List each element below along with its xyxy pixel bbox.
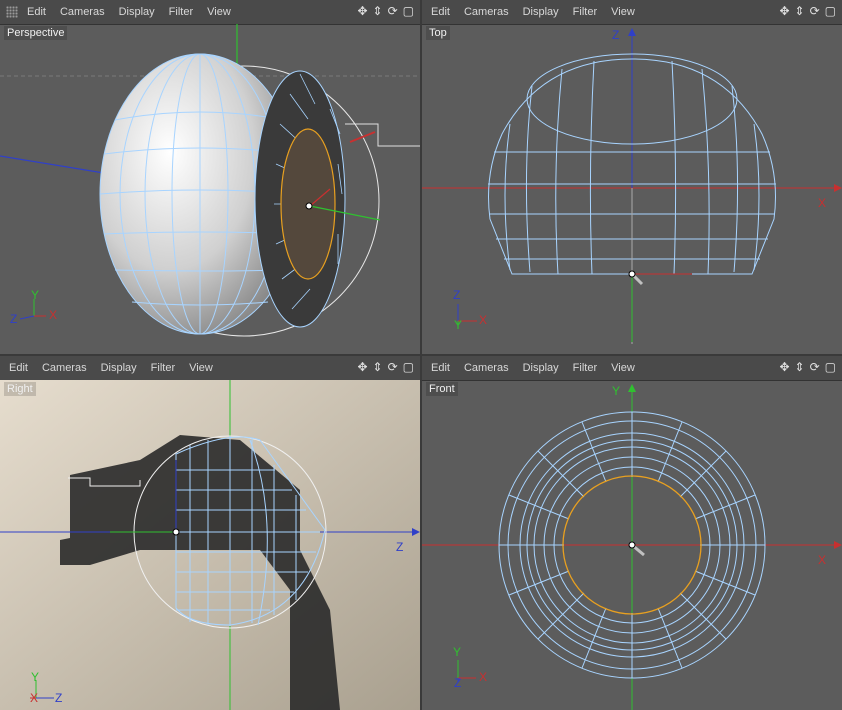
axis-label-z: Z bbox=[453, 288, 461, 302]
axis-label-y: Y bbox=[612, 384, 621, 398]
axis-label-x: X bbox=[30, 691, 39, 705]
four-viewport-editor: Edit Cameras Display Filter View ✥ ⇕ ⟳ ▢ bbox=[0, 0, 842, 710]
axis-label-z: Z bbox=[10, 312, 18, 326]
viewport-label: Perspective bbox=[4, 26, 68, 40]
menu-edit[interactable]: Edit bbox=[431, 6, 450, 18]
viewport-menubar: Edit Cameras Display Filter View ✥ ⇕ ⟳ ▢ bbox=[422, 0, 842, 25]
rotate-icon[interactable]: ⟳ bbox=[388, 4, 398, 18]
axis-label-y: Y bbox=[454, 318, 463, 332]
right-scene[interactable]: Z Y Z X bbox=[0, 380, 420, 710]
axis-label-z: Z bbox=[396, 540, 404, 554]
maximize-icon[interactable]: ▢ bbox=[403, 4, 414, 18]
menu-filter[interactable]: Filter bbox=[151, 362, 175, 374]
zoom-icon[interactable]: ⇕ bbox=[373, 360, 383, 374]
move-icon[interactable]: ✥ bbox=[779, 4, 789, 18]
menu-cameras[interactable]: Cameras bbox=[60, 6, 105, 18]
menu-display[interactable]: Display bbox=[119, 6, 155, 18]
perspective-scene[interactable]: Y X Z bbox=[0, 24, 420, 354]
axis-gizmo bbox=[19, 299, 46, 320]
viewport-right[interactable]: Edit Cameras Display Filter View ✥ ⇕ ⟳ ▢ bbox=[0, 356, 420, 710]
menu-filter[interactable]: Filter bbox=[573, 362, 597, 374]
menu-view[interactable]: View bbox=[611, 6, 635, 18]
menu-cameras[interactable]: Cameras bbox=[464, 6, 509, 18]
menu-view[interactable]: View bbox=[611, 362, 635, 374]
axis-label-y: Y bbox=[31, 670, 40, 684]
menu-cameras[interactable]: Cameras bbox=[42, 362, 87, 374]
viewport-front[interactable]: Edit Cameras Display Filter View ✥ ⇕ ⟳ ▢ bbox=[422, 356, 842, 710]
front-scene[interactable]: Y X Y X Z bbox=[422, 380, 842, 710]
grip-icon[interactable] bbox=[6, 6, 18, 18]
viewport-menubar: Edit Cameras Display Filter View ✥ ⇕ ⟳ ▢ bbox=[0, 356, 420, 381]
maximize-icon[interactable]: ▢ bbox=[825, 360, 836, 374]
axis-label-x: X bbox=[479, 313, 488, 327]
move-icon[interactable]: ✥ bbox=[357, 4, 367, 18]
menu-edit[interactable]: Edit bbox=[431, 362, 450, 374]
axis-label-x: X bbox=[818, 196, 827, 210]
hemisphere-mesh[interactable] bbox=[99, 53, 346, 335]
axis-label-y: Y bbox=[453, 645, 462, 659]
maximize-icon[interactable]: ▢ bbox=[403, 360, 414, 374]
axis-label-y: Y bbox=[31, 288, 40, 302]
maximize-icon[interactable]: ▢ bbox=[825, 4, 836, 18]
move-icon[interactable]: ✥ bbox=[779, 360, 789, 374]
menu-filter[interactable]: Filter bbox=[573, 6, 597, 18]
viewport-top[interactable]: Edit Cameras Display Filter View ✥ ⇕ ⟳ ▢ bbox=[422, 0, 842, 354]
viewport-label: Right bbox=[4, 382, 36, 396]
viewport-perspective[interactable]: Edit Cameras Display Filter View ✥ ⇕ ⟳ ▢ bbox=[0, 0, 420, 354]
menu-display[interactable]: Display bbox=[523, 6, 559, 18]
menu-view[interactable]: View bbox=[189, 362, 213, 374]
zoom-icon[interactable]: ⇕ bbox=[795, 4, 805, 18]
zoom-icon[interactable]: ⇕ bbox=[373, 4, 383, 18]
menu-cameras[interactable]: Cameras bbox=[464, 362, 509, 374]
viewport-label: Front bbox=[426, 382, 458, 396]
viewport-menubar: Edit Cameras Display Filter View ✥ ⇕ ⟳ ▢ bbox=[422, 356, 842, 381]
rotate-icon[interactable]: ⟳ bbox=[810, 4, 820, 18]
axis-label-x: X bbox=[479, 670, 488, 684]
menu-display[interactable]: Display bbox=[523, 362, 559, 374]
axis-label-x: X bbox=[49, 308, 58, 322]
top-scene[interactable]: Z X Z X Y bbox=[422, 24, 842, 354]
axis-label-z: Z bbox=[454, 676, 462, 690]
viewport-label: Top bbox=[426, 26, 450, 40]
menu-filter[interactable]: Filter bbox=[169, 6, 193, 18]
menu-edit[interactable]: Edit bbox=[9, 362, 28, 374]
menu-edit[interactable]: Edit bbox=[27, 6, 46, 18]
menu-view[interactable]: View bbox=[207, 6, 231, 18]
axis-label-z: Z bbox=[612, 28, 620, 42]
axis-label-x: X bbox=[818, 553, 827, 567]
rotate-icon[interactable]: ⟳ bbox=[388, 360, 398, 374]
move-icon[interactable]: ✥ bbox=[357, 360, 367, 374]
rotate-icon[interactable]: ⟳ bbox=[810, 360, 820, 374]
axis-label-z: Z bbox=[55, 691, 63, 705]
viewport-menubar: Edit Cameras Display Filter View ✥ ⇕ ⟳ ▢ bbox=[0, 0, 420, 25]
menu-display[interactable]: Display bbox=[101, 362, 137, 374]
zoom-icon[interactable]: ⇕ bbox=[795, 360, 805, 374]
